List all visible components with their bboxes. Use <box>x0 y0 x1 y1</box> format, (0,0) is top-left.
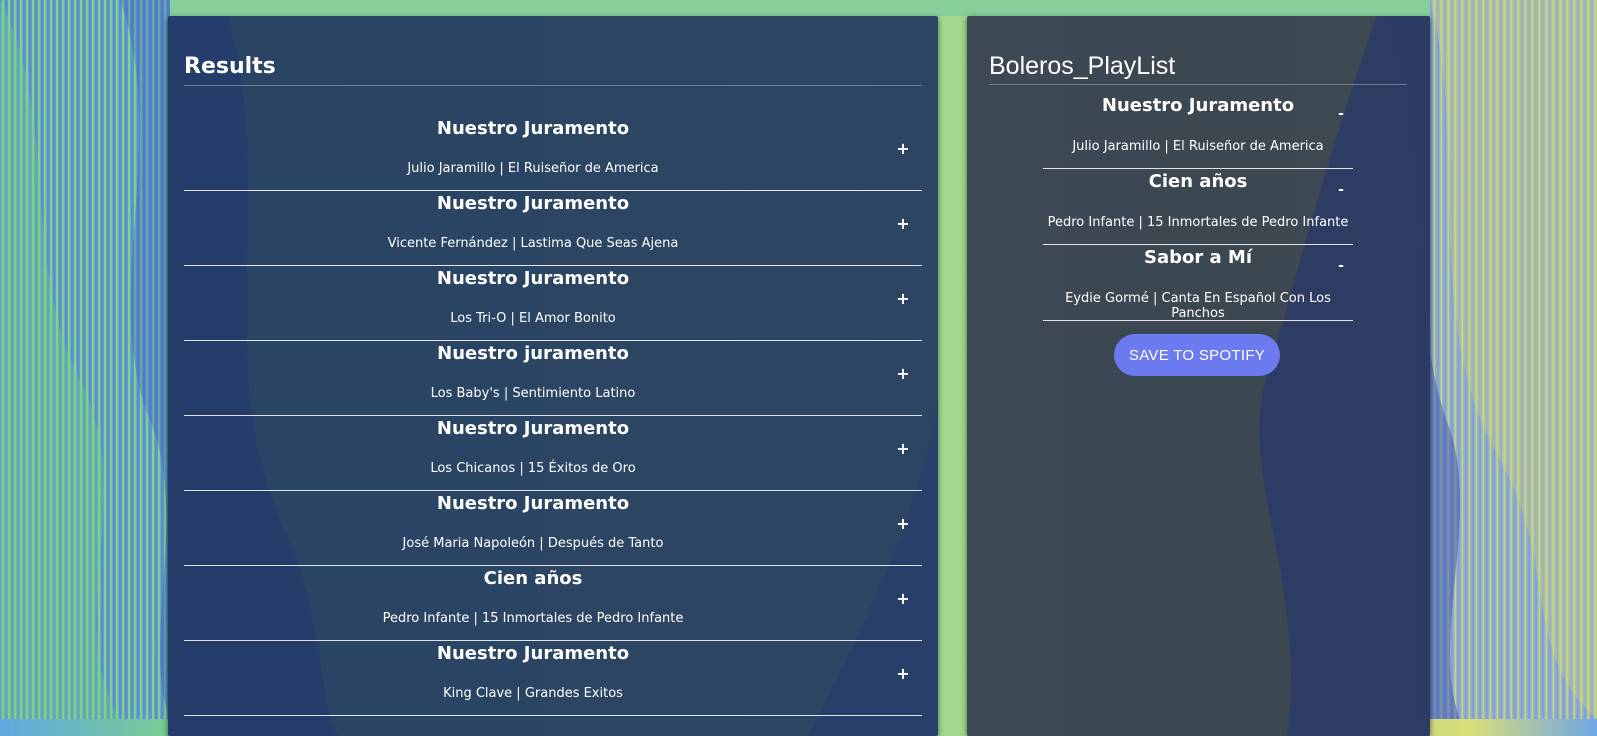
track-name: Nuestro Juramento <box>436 643 630 664</box>
track-artist-album: Julio Jaramillo | El Ruiseñor de America <box>407 161 659 176</box>
track-item: Nuestro Juramento José Maria Napoleón | … <box>184 491 922 566</box>
track-name: Nuestro Juramento <box>436 493 630 514</box>
playlist-track-item: Cien años Pedro Infante | 15 Inmortales … <box>1043 169 1353 245</box>
remove-track-button[interactable]: - <box>1335 255 1347 277</box>
track-name: Nuestro Juramento <box>436 193 630 214</box>
track-artist-album: Julio Jaramillo | El Ruiseñor de America <box>1072 139 1324 154</box>
track-item: Nuestro Juramento Vicente Fernández | La… <box>184 191 922 266</box>
track-artist-album: Pedro Infante | 15 Inmortales de Pedro I… <box>1047 215 1349 230</box>
add-track-button[interactable]: + <box>894 663 912 685</box>
track-artist-album: Los Chicanos | 15 Éxitos de Oro <box>430 461 636 476</box>
add-track-button[interactable]: + <box>894 138 912 160</box>
track-item: Nuestro Juramento King Clave | Grandes E… <box>184 641 922 716</box>
track-artist-album: Eydie Gormé | Canta En Español Con Los P… <box>1065 291 1331 321</box>
track-name: Sabor a Mí <box>1144 247 1252 268</box>
track-item: Nuestro juramento Los Baby's | Sentimien… <box>184 341 922 416</box>
track-name: Nuestro Juramento <box>436 268 630 289</box>
track-artist-album: King Clave | Grandes Exitos <box>443 686 623 701</box>
track-name: Cien años <box>1148 171 1248 192</box>
track-item: Nuestro Juramento Julio Jaramillo | El R… <box>184 116 922 191</box>
track-item: Nuestro Juramento Los Chicanos | 15 Éxit… <box>184 416 922 491</box>
add-track-button[interactable]: + <box>894 513 912 535</box>
playlist-panel: Boleros_PlayList Nuestro Juramento Julio… <box>967 16 1430 736</box>
add-track-button[interactable]: + <box>894 288 912 310</box>
playlist-track-item: Nuestro Juramento Julio Jaramillo | El R… <box>1043 93 1353 169</box>
results-panel: Results Nuestro Juramento Julio Jaramill… <box>168 16 938 736</box>
playlist-track-item: Sabor a Mí Eydie Gormé | Canta En Españo… <box>1043 245 1353 321</box>
playlist-name-input[interactable]: Boleros_PlayList <box>989 52 1407 85</box>
playlist-track-list: Nuestro Juramento Julio Jaramillo | El R… <box>1043 93 1353 321</box>
track-name: Nuestro Juramento <box>436 118 630 139</box>
add-track-button[interactable]: + <box>894 438 912 460</box>
track-artist-album: José Maria Napoleón | Después de Tanto <box>402 536 664 551</box>
results-track-list: Nuestro Juramento Julio Jaramillo | El R… <box>184 116 922 716</box>
track-artist-album: Vicente Fernández | Lastima Que Seas Aje… <box>387 236 679 251</box>
add-track-button[interactable]: + <box>894 588 912 610</box>
track-item: Cien años Pedro Infante | 15 Inmortales … <box>184 566 922 641</box>
track-artist-album: Los Tri-O | El Amor Bonito <box>450 311 616 326</box>
track-name: Nuestro juramento <box>437 343 629 364</box>
add-track-button[interactable]: + <box>894 363 912 385</box>
track-item: Nuestro Juramento Los Tri-O | El Amor Bo… <box>184 266 922 341</box>
track-artist-album: Los Baby's | Sentimiento Latino <box>430 386 636 401</box>
remove-track-button[interactable]: - <box>1335 103 1347 125</box>
save-to-spotify-button[interactable]: SAVE TO SPOTIFY <box>1114 334 1280 376</box>
results-title: Results <box>184 54 922 86</box>
track-name: Nuestro Juramento <box>436 418 630 439</box>
track-artist-album: Pedro Infante | 15 Inmortales de Pedro I… <box>382 611 684 626</box>
track-name: Cien años <box>483 568 583 589</box>
add-track-button[interactable]: + <box>894 213 912 235</box>
remove-track-button[interactable]: - <box>1335 179 1347 201</box>
track-name: Nuestro Juramento <box>1101 95 1295 116</box>
